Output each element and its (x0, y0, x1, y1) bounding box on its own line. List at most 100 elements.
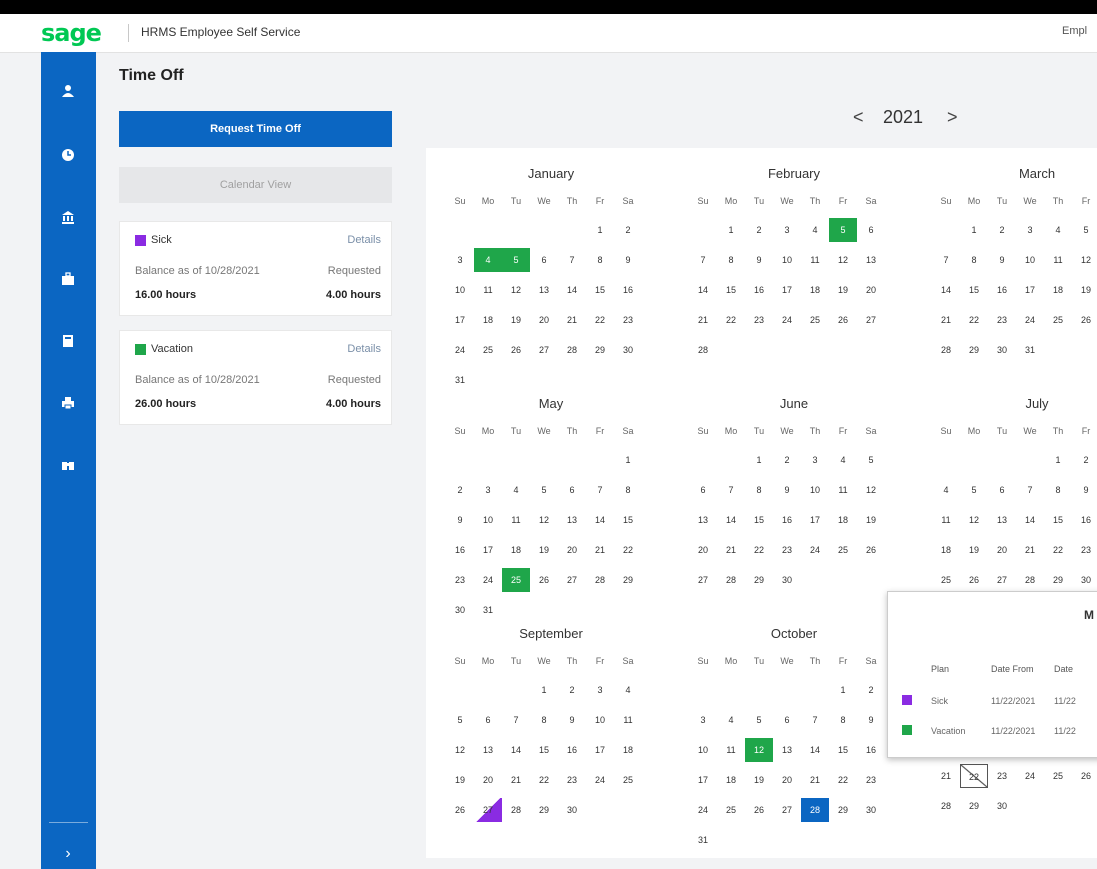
calendar-day[interactable]: 26 (1072, 308, 1097, 332)
calendar-day[interactable]: 28 (586, 568, 614, 592)
calendar-day[interactable]: 16 (857, 738, 885, 762)
calendar-day[interactable]: 3 (1016, 218, 1044, 242)
calendar-day[interactable]: 5 (1072, 218, 1097, 242)
calendar-day[interactable]: 6 (474, 708, 502, 732)
calendar-day[interactable]: 22 (717, 308, 745, 332)
calendar-day[interactable]: 20 (689, 538, 717, 562)
calendar-day[interactable]: 24 (1016, 764, 1044, 788)
calendar-day[interactable]: 25 (717, 798, 745, 822)
calendar-day[interactable]: 25 (1044, 308, 1072, 332)
calendar-day[interactable]: 6 (689, 478, 717, 502)
calendar-day[interactable]: 30 (446, 598, 474, 622)
calendar-day[interactable]: 1 (530, 678, 558, 702)
calendar-day[interactable]: 24 (689, 798, 717, 822)
chevron-right-icon[interactable]: › (56, 842, 80, 866)
calendar-day[interactable]: 21 (1016, 538, 1044, 562)
calendar-day[interactable]: 20 (857, 278, 885, 302)
calendar-day[interactable]: 2 (614, 218, 642, 242)
calendar-day[interactable]: 26 (446, 798, 474, 822)
calendar-day[interactable]: 2 (446, 478, 474, 502)
calendar-day[interactable]: 6 (558, 478, 586, 502)
calendar-day[interactable]: 15 (717, 278, 745, 302)
calendar-day[interactable]: 13 (558, 508, 586, 532)
calendar-day[interactable]: 9 (857, 708, 885, 732)
calendar-day[interactable]: 5 (446, 708, 474, 732)
calendar-day[interactable]: 9 (745, 248, 773, 272)
calendar-day[interactable]: 2 (988, 218, 1016, 242)
calendar-day[interactable]: 10 (446, 278, 474, 302)
calendar-day[interactable]: 5 (530, 478, 558, 502)
calendar-day[interactable]: 18 (932, 538, 960, 562)
calendar-day[interactable]: 28 (558, 338, 586, 362)
calendar-day[interactable]: 3 (801, 448, 829, 472)
calendar-day[interactable]: 1 (829, 678, 857, 702)
calendar-day[interactable]: 4 (614, 678, 642, 702)
briefcase-icon[interactable] (56, 270, 80, 294)
calendar-day[interactable]: 12 (857, 478, 885, 502)
calendar-day[interactable]: 17 (1016, 278, 1044, 302)
calendar-day[interactable]: 14 (717, 508, 745, 532)
calendar-day[interactable]: 27 (773, 798, 801, 822)
calendar-day[interactable]: 28 (1016, 568, 1044, 592)
calendar-day[interactable]: 12 (446, 738, 474, 762)
calendar-day[interactable]: 13 (988, 508, 1016, 532)
details-link[interactable]: Details (347, 343, 381, 355)
calendar-day[interactable]: 7 (801, 708, 829, 732)
calendar-day[interactable]: 21 (586, 538, 614, 562)
next-year-button[interactable]: > (947, 107, 958, 128)
calendar-day[interactable]: 17 (446, 308, 474, 332)
calendar-day[interactable]: 27 (474, 798, 502, 822)
calendar-day[interactable]: 17 (586, 738, 614, 762)
calendar-day[interactable]: 8 (829, 708, 857, 732)
calendar-day[interactable]: 25 (502, 568, 530, 592)
calendar-day[interactable]: 4 (474, 248, 502, 272)
calendar-day[interactable]: 28 (932, 338, 960, 362)
calendar-day[interactable]: 2 (1072, 448, 1097, 472)
calendar-day[interactable]: 5 (857, 448, 885, 472)
calendar-day[interactable]: 27 (988, 568, 1016, 592)
calendar-day[interactable]: 19 (530, 538, 558, 562)
calendar-day[interactable]: 3 (474, 478, 502, 502)
calendar-day[interactable]: 17 (801, 508, 829, 532)
calendar-day[interactable]: 4 (801, 218, 829, 242)
calendar-view-button[interactable]: Calendar View (119, 167, 392, 203)
calendar-day[interactable]: 8 (717, 248, 745, 272)
calendar-day[interactable]: 15 (530, 738, 558, 762)
sage-logo[interactable]: sage (41, 19, 102, 47)
calendar-day[interactable]: 24 (586, 768, 614, 792)
calendar-day[interactable]: 11 (801, 248, 829, 272)
calendar-day[interactable]: 24 (446, 338, 474, 362)
calendar-day[interactable]: 4 (717, 708, 745, 732)
calendar-day[interactable]: 10 (689, 738, 717, 762)
calendar-day[interactable]: 27 (530, 338, 558, 362)
calendar-day[interactable]: 27 (558, 568, 586, 592)
calendar-day[interactable]: 24 (773, 308, 801, 332)
calendar-day[interactable]: 8 (586, 248, 614, 272)
calendar-day[interactable]: 11 (932, 508, 960, 532)
calendar-day[interactable]: 10 (773, 248, 801, 272)
calendar-day[interactable]: 29 (960, 338, 988, 362)
calendar-day[interactable]: 7 (502, 708, 530, 732)
calendar-day[interactable]: 1 (717, 218, 745, 242)
calculator-icon[interactable] (56, 332, 80, 356)
calendar-day[interactable]: 22 (960, 764, 988, 788)
calendar-day[interactable]: 15 (745, 508, 773, 532)
calendar-day[interactable]: 20 (558, 538, 586, 562)
calendar-day[interactable]: 19 (1072, 278, 1097, 302)
calendar-day[interactable]: 8 (960, 248, 988, 272)
calendar-day[interactable]: 7 (689, 248, 717, 272)
calendar-day[interactable]: 12 (530, 508, 558, 532)
calendar-day[interactable]: 22 (586, 308, 614, 332)
calendar-day[interactable]: 11 (502, 508, 530, 532)
calendar-day[interactable]: 7 (932, 248, 960, 272)
calendar-day[interactable]: 30 (773, 568, 801, 592)
printer-icon[interactable] (56, 394, 80, 418)
calendar-day[interactable]: 21 (558, 308, 586, 332)
calendar-day[interactable]: 28 (502, 798, 530, 822)
details-link[interactable]: Details (347, 234, 381, 246)
calendar-day[interactable]: 2 (745, 218, 773, 242)
calendar-day[interactable]: 8 (530, 708, 558, 732)
calendar-day[interactable]: 18 (474, 308, 502, 332)
calendar-day[interactable]: 24 (1016, 308, 1044, 332)
calendar-day[interactable]: 26 (960, 568, 988, 592)
